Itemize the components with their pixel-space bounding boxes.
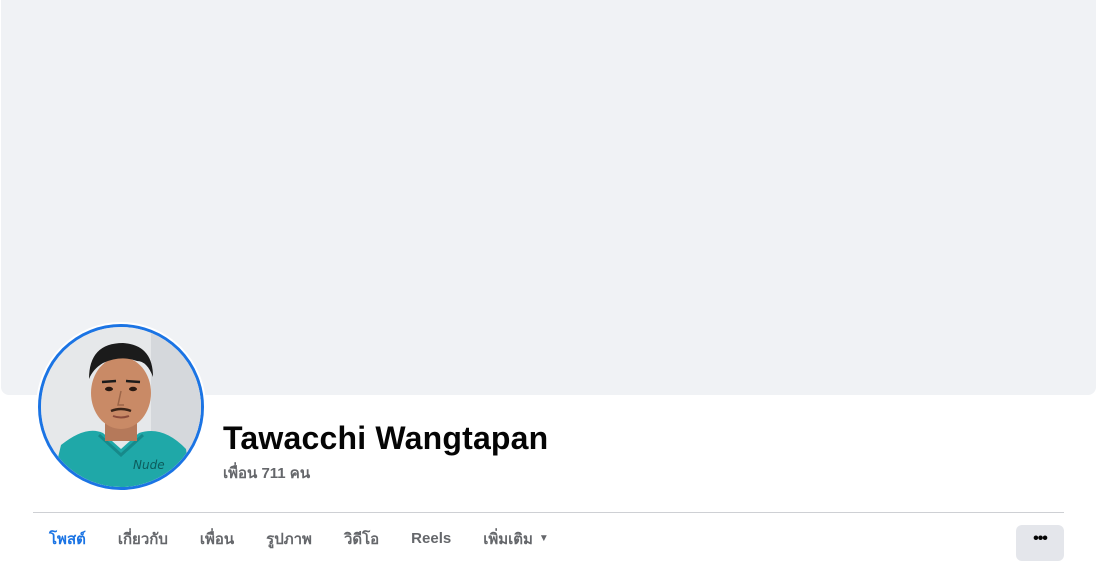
- tab-about[interactable]: เกี่ยวกับ: [102, 519, 184, 559]
- friends-count[interactable]: เพื่อน 711 คน: [223, 461, 310, 485]
- tab-label: โพสต์: [49, 530, 86, 548]
- divider: [33, 512, 1064, 513]
- avatar-photo: Nude: [41, 327, 201, 487]
- tab-more[interactable]: เพิ่มเติม ▼: [467, 519, 565, 559]
- profile-avatar[interactable]: Nude: [38, 324, 204, 490]
- tab-reels[interactable]: Reels: [395, 522, 467, 555]
- profile-name: Tawacchi Wangtapan: [223, 420, 549, 456]
- caret-down-icon: ▼: [538, 533, 549, 544]
- tab-posts[interactable]: โพสต์: [33, 519, 102, 559]
- profile-tabs: โพสต์ เกี่ยวกับ เพื่อน รูปภาพ วิดีโอ Ree…: [33, 525, 565, 552]
- more-options-icon: •••: [1033, 530, 1048, 547]
- tab-label: วิดีโอ: [343, 530, 380, 548]
- tab-label: เพิ่มเติม: [483, 530, 533, 548]
- tab-label: เกี่ยวกับ: [117, 530, 168, 548]
- tab-friends[interactable]: เพื่อน: [184, 519, 250, 559]
- tab-label: Reels: [411, 530, 452, 547]
- tab-videos[interactable]: วิดีโอ: [328, 519, 395, 559]
- tab-photos[interactable]: รูปภาพ: [250, 519, 328, 559]
- svg-text:Nude: Nude: [133, 458, 165, 472]
- more-options-button[interactable]: •••: [1016, 525, 1064, 561]
- tab-label: เพื่อน: [199, 530, 235, 548]
- tab-label: รูปภาพ: [266, 530, 312, 548]
